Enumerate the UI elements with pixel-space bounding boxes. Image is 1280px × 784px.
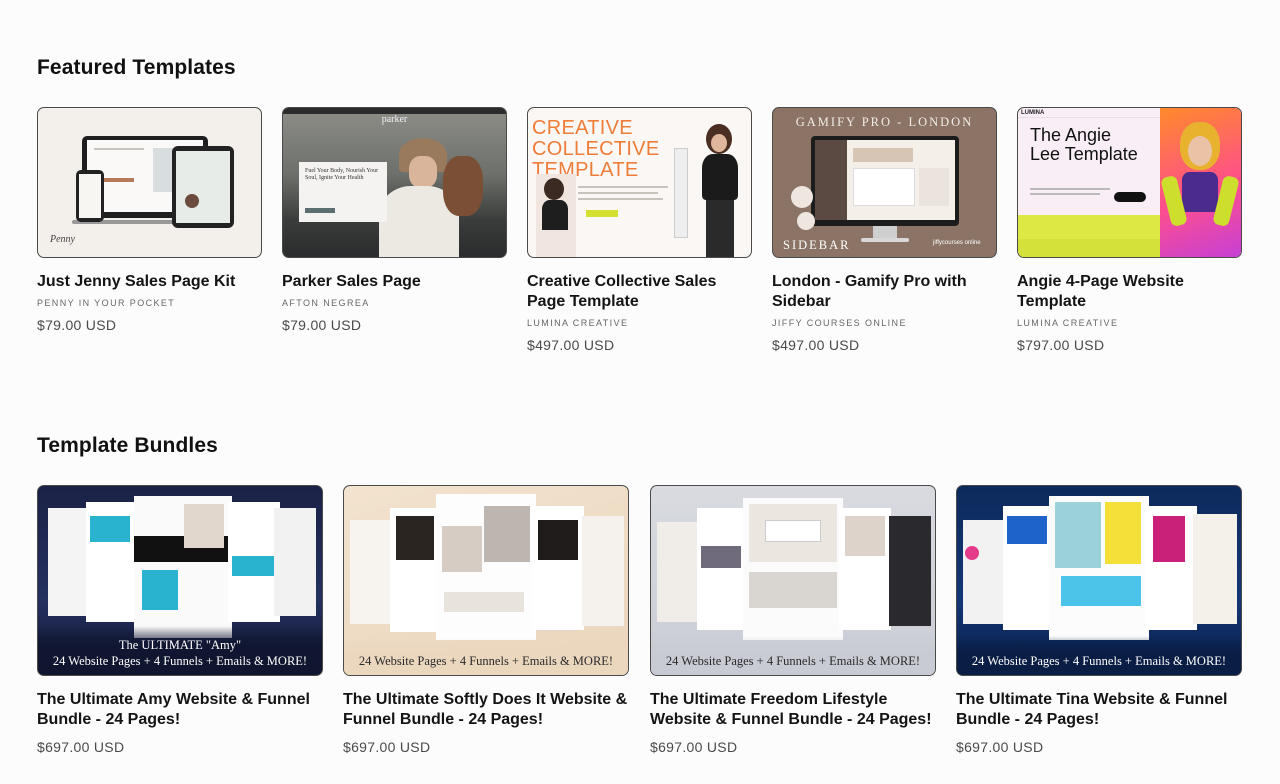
bundle-banner: 24 Website Pages + 4 Funnels + Emails & … (665, 654, 921, 668)
featured-card-angie[interactable]: LUMINA The Angie Lee Template Angie 4-Pa… (1017, 107, 1242, 353)
gamify-top-label: GAMIFY PRO - LONDON (795, 115, 974, 129)
product-title[interactable]: Parker Sales Page (282, 272, 507, 292)
product-thumbnail[interactable]: LUMINA The Angie Lee Template (1017, 107, 1242, 258)
bundle-price: $697.00 USD (37, 739, 125, 755)
bundle-price: $697.00 USD (956, 739, 1044, 755)
product-thumbnail[interactable]: CREATIVE COLLECTIVE TEMPLATE (527, 107, 752, 258)
parker-headline: Fuel Your Body, Nourish Your Soul, Ignit… (305, 168, 379, 181)
featured-card-parker[interactable]: parker Fuel Your Body, Nourish Your Soul… (282, 107, 507, 333)
bundle-title[interactable]: The Ultimate Tina Website & Funnel Bundl… (956, 690, 1242, 730)
gamify-bottom-label: SIDEBAR (783, 238, 851, 252)
product-title[interactable]: London - Gamify Pro with Sidebar (772, 272, 997, 312)
angie-headline: The Angie Lee Template (1030, 125, 1138, 164)
product-vendor: LUMINA CREATIVE (1017, 318, 1119, 328)
bundle-card-tina[interactable]: 24 Website Pages + 4 Funnels + Emails & … (956, 485, 1242, 755)
parker-brand: parker (381, 114, 408, 125)
featured-card-creative-collective[interactable]: CREATIVE COLLECTIVE TEMPLATE Creative Co… (527, 107, 752, 353)
product-thumbnail[interactable]: Penny (37, 107, 262, 258)
product-title[interactable]: Just Jenny Sales Page Kit (37, 272, 262, 292)
bundle-banner: 24 Website Pages + 4 Funnels + Emails & … (52, 654, 308, 668)
product-price: $497.00 USD (527, 337, 615, 353)
product-vendor: AFTON NEGREA (282, 298, 370, 308)
bundle-thumbnail[interactable]: 24 Website Pages + 4 Funnels + Emails & … (343, 485, 629, 676)
penny-logo: Penny (50, 234, 75, 245)
bundle-banner: 24 Website Pages + 4 Funnels + Emails & … (971, 654, 1227, 668)
bundle-card-softly[interactable]: 24 Website Pages + 4 Funnels + Emails & … (343, 485, 629, 755)
product-thumbnail[interactable]: parker Fuel Your Body, Nourish Your Soul… (282, 107, 507, 258)
bundle-title[interactable]: The Ultimate Freedom Lifestyle Website &… (650, 690, 936, 730)
featured-templates-heading: Featured Templates (37, 56, 236, 79)
bundle-thumbnail[interactable]: 24 Website Pages + 4 Funnels + Emails & … (956, 485, 1242, 676)
product-price: $79.00 USD (282, 317, 362, 333)
product-price: $497.00 USD (772, 337, 860, 353)
bundle-card-freedom-lifestyle[interactable]: 24 Website Pages + 4 Funnels + Emails & … (650, 485, 936, 755)
bundle-thumbnail[interactable]: The ULTIMATE "Amy" 24 Website Pages + 4 … (37, 485, 323, 676)
featured-card-london-gamify[interactable]: GAMIFY PRO - LONDON SIDEBAR jiffycourses… (772, 107, 997, 353)
featured-card-just-jenny[interactable]: Penny Just Jenny Sales Page Kit PENNY IN… (37, 107, 262, 333)
jiffy-logo: jiffycourses online (933, 240, 981, 246)
product-title[interactable]: Creative Collective Sales Page Template (527, 272, 752, 312)
product-vendor: JIFFY COURSES ONLINE (772, 318, 907, 328)
product-vendor: LUMINA CREATIVE (527, 318, 629, 328)
product-title[interactable]: Angie 4-Page Website Template (1017, 272, 1242, 312)
product-price: $79.00 USD (37, 317, 117, 333)
bundle-title[interactable]: The Ultimate Amy Website & Funnel Bundle… (37, 690, 323, 730)
bundle-card-amy[interactable]: The ULTIMATE "Amy" 24 Website Pages + 4 … (37, 485, 323, 755)
bundle-price: $697.00 USD (650, 739, 738, 755)
bundle-title[interactable]: The Ultimate Softly Does It Website & Fu… (343, 690, 629, 730)
product-vendor: PENNY IN YOUR POCKET (37, 298, 176, 308)
product-price: $797.00 USD (1017, 337, 1105, 353)
template-bundles-heading: Template Bundles (37, 434, 218, 457)
product-thumbnail[interactable]: GAMIFY PRO - LONDON SIDEBAR jiffycourses… (772, 107, 997, 258)
bundle-thumbnail[interactable]: 24 Website Pages + 4 Funnels + Emails & … (650, 485, 936, 676)
bundle-banner: 24 Website Pages + 4 Funnels + Emails & … (358, 654, 614, 668)
bundle-price: $697.00 USD (343, 739, 431, 755)
amy-banner-title: The ULTIMATE "Amy" (118, 638, 242, 652)
